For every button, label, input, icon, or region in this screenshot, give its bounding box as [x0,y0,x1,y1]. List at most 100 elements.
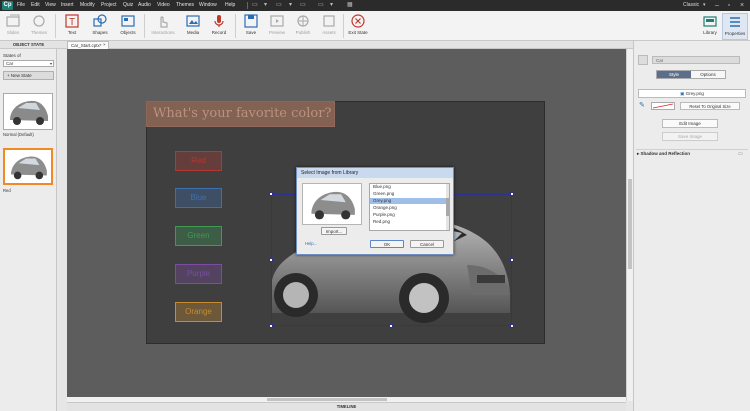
help-link[interactable]: Help... [305,241,317,246]
media-button[interactable]: Media [180,13,206,35]
color-swatch[interactable] [651,102,675,110]
themes-label: Themes [30,30,48,35]
tab-style[interactable]: Style [657,71,691,78]
list-scrollbar-thumb[interactable] [446,198,449,216]
vertical-scrollbar[interactable] [626,49,633,401]
eyedropper-icon[interactable]: ✎ [639,101,645,109]
color-button-blue[interactable]: Blue [175,188,222,208]
text-label: Text [67,30,77,35]
dropdown-arrow-icon[interactable]: ▾ [330,1,333,10]
timeline-tab[interactable]: TIMELINE [67,402,626,411]
save-image-button[interactable]: Save Image [662,132,718,141]
resize-handle[interactable] [510,258,514,262]
reset-size-button[interactable]: Reset To Original Size [680,102,740,110]
close-tab-icon[interactable]: × [103,41,106,49]
record-button[interactable]: Record [206,13,232,35]
resize-handle[interactable] [510,192,514,196]
state-label-normal: Normal (Default) [3,132,34,137]
menu-help[interactable]: Help [225,1,235,10]
ok-button[interactable]: OK [370,240,404,248]
slides-button[interactable]: Slides [0,13,26,35]
menu-video[interactable]: Video [157,1,170,10]
list-item[interactable]: Purple.png [370,212,446,218]
menu-insert[interactable]: Insert [61,1,74,10]
state-label-red: Red [3,188,11,193]
record-label: Record [211,30,227,35]
scrollbar-thumb[interactable] [267,398,387,401]
maximize-icon[interactable]: ▫ [724,1,734,10]
workspace-selector[interactable]: Classic [683,1,699,10]
dropdown-arrow-icon[interactable]: ▾ [289,1,292,10]
list-item-selected[interactable]: Grey.png [370,198,446,204]
view-toggle-icon[interactable]: ▭ [318,1,324,10]
dialog-title: Select Image from Library [297,168,453,178]
exit-state-icon [351,14,365,28]
image-preview [302,183,362,225]
resize-handle[interactable] [389,324,393,328]
shapes-button[interactable]: Shapes [87,13,113,35]
state-thumbnail-normal[interactable] [3,93,53,130]
import-button[interactable]: Import... [321,227,347,235]
preview-button[interactable]: Preview [264,13,290,35]
menu-project[interactable]: Project [101,1,117,10]
close-icon[interactable]: × [737,1,747,10]
car-thumbnail-grey [10,100,48,125]
library-button[interactable]: Library [697,13,723,35]
menu-modify[interactable]: Modify [80,1,95,10]
resize-handle[interactable] [269,258,273,262]
cancel-button[interactable]: Cancel [410,240,444,248]
slide-title[interactable]: What's your favorite color? [146,101,335,127]
resize-handle[interactable] [269,192,273,196]
new-state-button[interactable]: + New State [3,71,54,80]
color-button-red[interactable]: Red [175,151,222,171]
image-file-field[interactable]: ▣ Grey.png [638,89,746,98]
list-item[interactable]: Orange.png [370,205,446,211]
minimize-icon[interactable]: – [712,1,722,10]
edit-image-button[interactable]: Edit Image [662,119,718,128]
color-button-purple[interactable]: Purple [175,264,222,284]
shadow-reflection-section[interactable]: ▸ Shadow and Reflection [637,151,690,157]
menu-audio[interactable]: Audio [138,1,151,10]
list-item[interactable]: Green.png [370,191,446,197]
menu-themes[interactable]: Themes [176,1,194,10]
image-list[interactable]: Blue.png Green.png Grey.png Orange.png P… [369,183,450,231]
resize-handle[interactable] [269,324,273,328]
state-thumbnail-red[interactable] [3,148,53,185]
menu-view[interactable]: View [45,1,56,10]
menu-file[interactable]: File [17,1,25,10]
list-item[interactable]: Blue.png [370,184,446,190]
text-button[interactable]: T Text [59,13,85,35]
publish-button[interactable]: Publish [290,13,316,35]
exit-state-button[interactable]: Exit State [345,13,371,35]
tab-options[interactable]: Options [691,71,725,78]
collapse-icon[interactable]: ▭ [738,151,743,157]
interactions-button[interactable]: Interactions [150,13,176,35]
objects-button[interactable]: Objects [115,13,141,35]
color-button-green[interactable]: Green [175,226,222,246]
color-button-orange[interactable]: Orange [175,302,222,322]
grid-icon[interactable]: ▦ [347,1,353,10]
save-button[interactable]: Save [238,13,264,35]
themes-button[interactable]: Themes [26,13,52,35]
object-select[interactable]: Car ▾ [3,60,54,67]
color-button-label: Blue [190,193,207,202]
menu-window[interactable]: Window [199,1,217,10]
publish-icon [297,15,309,27]
list-item[interactable]: Red.png [370,219,446,225]
zoom-icon[interactable]: ▾ [264,1,267,10]
menu-edit[interactable]: Edit [31,1,40,10]
properties-label: Properties [724,31,746,36]
list-scrollbar[interactable] [446,184,449,230]
object-name-field[interactable]: Car [652,56,740,64]
page-number-icon[interactable]: ▭ [276,1,282,10]
layout-icon[interactable]: ▭ [252,1,258,10]
resize-handle[interactable] [510,324,514,328]
properties-button[interactable]: Properties [722,13,748,40]
assets-button[interactable]: Assets [316,13,342,35]
scrollbar-thumb[interactable] [628,179,632,269]
properties-panel: Car Style Options ▣ Grey.png ✎ Reset To … [633,41,750,411]
car-preview-image [311,191,355,220]
menu-quiz[interactable]: Quiz [123,1,133,10]
slide-count-icon[interactable]: ▭ [300,1,306,10]
chevron-down-icon[interactable]: ▾ [703,1,706,10]
